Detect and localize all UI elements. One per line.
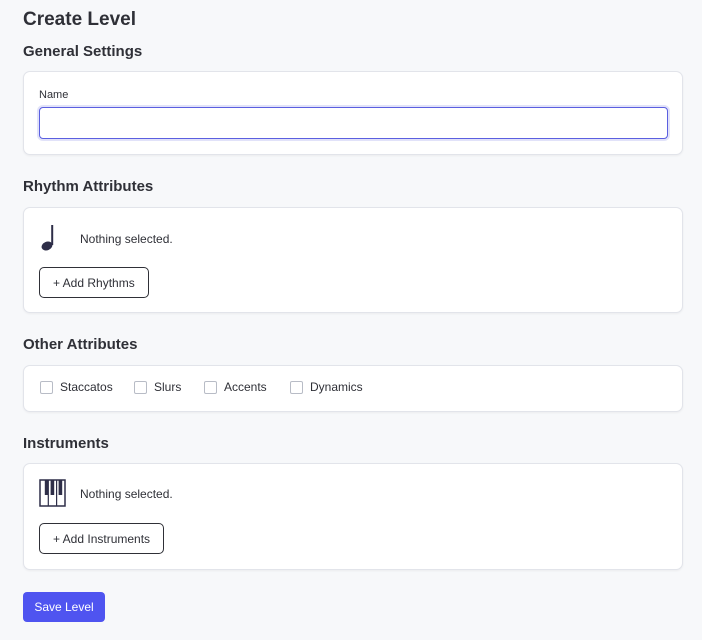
add-rhythms-button[interactable]: + Add Rhythms <box>39 267 149 298</box>
save-level-button[interactable]: Save Level <box>23 592 105 622</box>
checkbox-box[interactable] <box>204 380 217 394</box>
piano-keys-icon <box>39 479 66 512</box>
quarter-note-icon <box>39 224 63 257</box>
staccatos-checkbox[interactable]: Staccatos <box>40 380 113 394</box>
checkbox-box[interactable] <box>134 380 147 394</box>
instruments-card: Nothing selected. + Add Instruments <box>23 463 683 570</box>
checkbox-label: Dynamics <box>310 380 363 394</box>
checkbox-label: Accents <box>224 380 267 394</box>
general-settings-title: General Settings <box>23 43 143 60</box>
checkbox-label: Staccatos <box>60 380 113 394</box>
checkbox-box[interactable] <box>290 380 303 394</box>
other-attributes-title: Other Attributes <box>23 336 138 353</box>
instruments-status-text: Nothing selected. <box>80 487 173 501</box>
checkbox-label: Slurs <box>154 380 182 394</box>
general-settings-card: Name <box>23 71 683 155</box>
rhythm-attributes-card: Nothing selected. + Add Rhythms <box>23 207 683 313</box>
slurs-checkbox[interactable]: Slurs <box>134 380 181 394</box>
rhythm-attributes-title: Rhythm Attributes <box>23 178 154 195</box>
page-title: Create Level <box>23 9 137 30</box>
checkbox-box[interactable] <box>40 380 53 394</box>
name-label: Name <box>39 89 69 101</box>
instruments-title: Instruments <box>23 435 109 452</box>
accents-checkbox[interactable]: Accents <box>204 380 267 394</box>
other-attributes-card: Staccatos Slurs Accents Dynamics <box>23 365 683 412</box>
add-instruments-button[interactable]: + Add Instruments <box>39 523 165 554</box>
name-input[interactable] <box>39 107 668 139</box>
rhythm-status-text: Nothing selected. <box>80 232 173 246</box>
dynamics-checkbox[interactable]: Dynamics <box>290 380 363 394</box>
create-level-page: Create Level General Settings Name Rhyth… <box>0 0 702 640</box>
